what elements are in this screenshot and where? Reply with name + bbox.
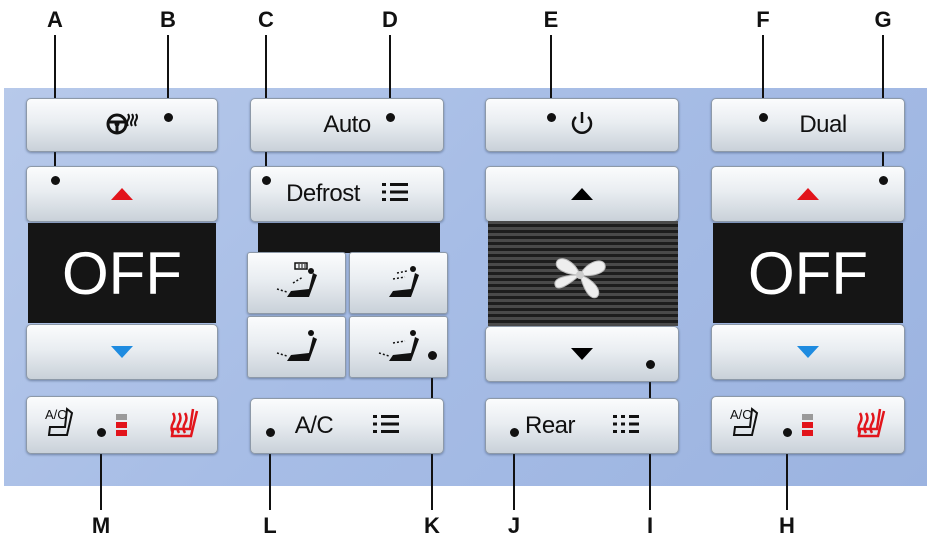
callout-dot-g bbox=[879, 176, 888, 185]
right-seat-climate-button[interactable]: A/C bbox=[711, 396, 905, 454]
rear-label: Rear bbox=[524, 412, 576, 439]
rear-button[interactable]: Rear bbox=[485, 398, 679, 454]
heated-seat-icon bbox=[163, 405, 199, 446]
right-temp-display: OFF bbox=[713, 223, 903, 323]
down-arrow-icon bbox=[797, 346, 819, 358]
callout-a: A bbox=[47, 7, 63, 32]
callout-dot-k bbox=[428, 351, 437, 360]
callout-dot-h bbox=[783, 428, 792, 437]
up-arrow-icon bbox=[797, 188, 819, 200]
svg-text:A/C: A/C bbox=[730, 407, 752, 422]
dual-button[interactable]: Dual bbox=[711, 98, 905, 152]
airflow-panel-floor-button[interactable] bbox=[349, 316, 448, 378]
callout-e: E bbox=[543, 7, 559, 32]
airflow-panel-button[interactable] bbox=[349, 252, 448, 314]
callout-j: J bbox=[507, 513, 521, 538]
up-arrow-icon bbox=[571, 188, 593, 200]
auto-button[interactable]: Auto bbox=[250, 98, 444, 152]
callout-dot-d bbox=[386, 113, 395, 122]
airflow-floor-button[interactable] bbox=[247, 316, 346, 378]
callout-g: G bbox=[874, 7, 892, 32]
callout-i: I bbox=[646, 513, 654, 538]
callout-m: M bbox=[91, 513, 111, 538]
callout-d: D bbox=[382, 7, 398, 32]
airflow-mode-backing bbox=[258, 223, 440, 253]
callout-c: C bbox=[258, 7, 274, 32]
callout-dot-b bbox=[164, 113, 173, 122]
callout-dot-a bbox=[51, 176, 60, 185]
heated-steering-wheel-icon bbox=[104, 110, 140, 141]
callout-dot-m bbox=[97, 428, 106, 437]
down-arrow-icon bbox=[571, 348, 593, 360]
auto-label: Auto bbox=[323, 111, 371, 138]
callout-dot-l bbox=[266, 428, 275, 437]
up-arrow-icon bbox=[111, 188, 133, 200]
cooled-seat-icon: A/C bbox=[45, 405, 81, 446]
airflow-windshield-floor-button[interactable] bbox=[247, 252, 346, 314]
callout-f: F bbox=[756, 7, 770, 32]
heated-seat-icon bbox=[850, 405, 886, 446]
power-icon bbox=[568, 109, 596, 142]
callout-dot-i bbox=[646, 360, 655, 369]
heated-steering-wheel-button[interactable] bbox=[26, 98, 218, 152]
right-temp-down-button[interactable] bbox=[711, 324, 905, 380]
callout-k: K bbox=[424, 513, 440, 538]
dual-label: Dual bbox=[799, 111, 847, 138]
defrost-button[interactable]: Defrost bbox=[250, 166, 444, 222]
callout-h: H bbox=[779, 513, 795, 538]
right-temp-up-button[interactable] bbox=[711, 166, 905, 222]
ac-button[interactable]: A/C bbox=[250, 398, 444, 454]
callout-b: B bbox=[160, 7, 176, 32]
left-temp-up-button[interactable] bbox=[26, 166, 218, 222]
left-temp-display: OFF bbox=[28, 223, 216, 323]
callout-l: L bbox=[263, 513, 277, 538]
defrost-label: Defrost bbox=[286, 180, 360, 207]
callout-dot-c bbox=[262, 176, 271, 185]
callout-dot-e bbox=[547, 113, 556, 122]
seat-level-indicator bbox=[116, 414, 128, 436]
fan-down-button[interactable] bbox=[485, 326, 679, 382]
callout-dot-f bbox=[759, 113, 768, 122]
airflow-panel-icon bbox=[375, 261, 423, 306]
airflow-floor-icon bbox=[273, 325, 321, 370]
menu-icon bbox=[381, 182, 408, 207]
menu-icon bbox=[373, 414, 400, 439]
down-arrow-icon bbox=[111, 346, 133, 358]
menu-icon bbox=[613, 414, 640, 439]
airflow-windshield-floor-icon bbox=[273, 261, 321, 306]
ac-label: A/C bbox=[294, 412, 334, 439]
fan-up-button[interactable] bbox=[485, 166, 679, 222]
left-seat-climate-button[interactable]: A/C bbox=[26, 396, 218, 454]
power-button[interactable] bbox=[485, 98, 679, 152]
left-temp-down-button[interactable] bbox=[26, 324, 218, 380]
svg-text:A/C: A/C bbox=[45, 407, 67, 422]
seat-level-indicator bbox=[802, 414, 814, 436]
airflow-panel-floor-icon bbox=[375, 325, 423, 370]
callout-dot-j bbox=[510, 428, 519, 437]
fan-icon bbox=[549, 247, 611, 308]
cooled-seat-icon: A/C bbox=[730, 405, 766, 446]
